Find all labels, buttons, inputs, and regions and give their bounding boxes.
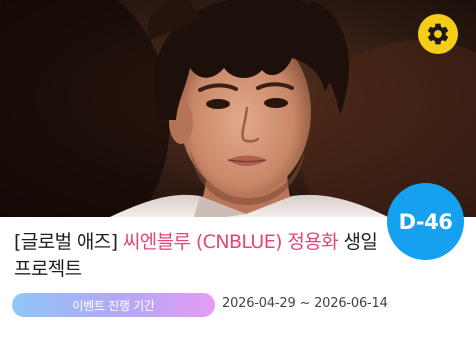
artist-photo[interactable] — [0, 0, 476, 217]
event-card[interactable]: D-46 [글로벌 애즈] 씨엔블루 (CNBLUE) 정용화 생일 프로젝트 … — [0, 0, 476, 355]
title-artist: 씨엔블루 (CNBLUE) 정용화 — [122, 231, 339, 253]
event-period-label: 이벤트 진행 기간 — [12, 293, 215, 317]
event-title[interactable]: [글로벌 애즈] 씨엔블루 (CNBLUE) 정용화 생일 프로젝트 — [14, 229, 380, 283]
dday-badge: D-46 — [387, 183, 464, 260]
gear-icon — [427, 23, 449, 45]
event-period-dates: 2026-04-29 ~ 2026-06-14 — [222, 296, 388, 311]
title-prefix: [글로벌 애즈] — [14, 231, 123, 253]
settings-button[interactable] — [418, 14, 458, 54]
